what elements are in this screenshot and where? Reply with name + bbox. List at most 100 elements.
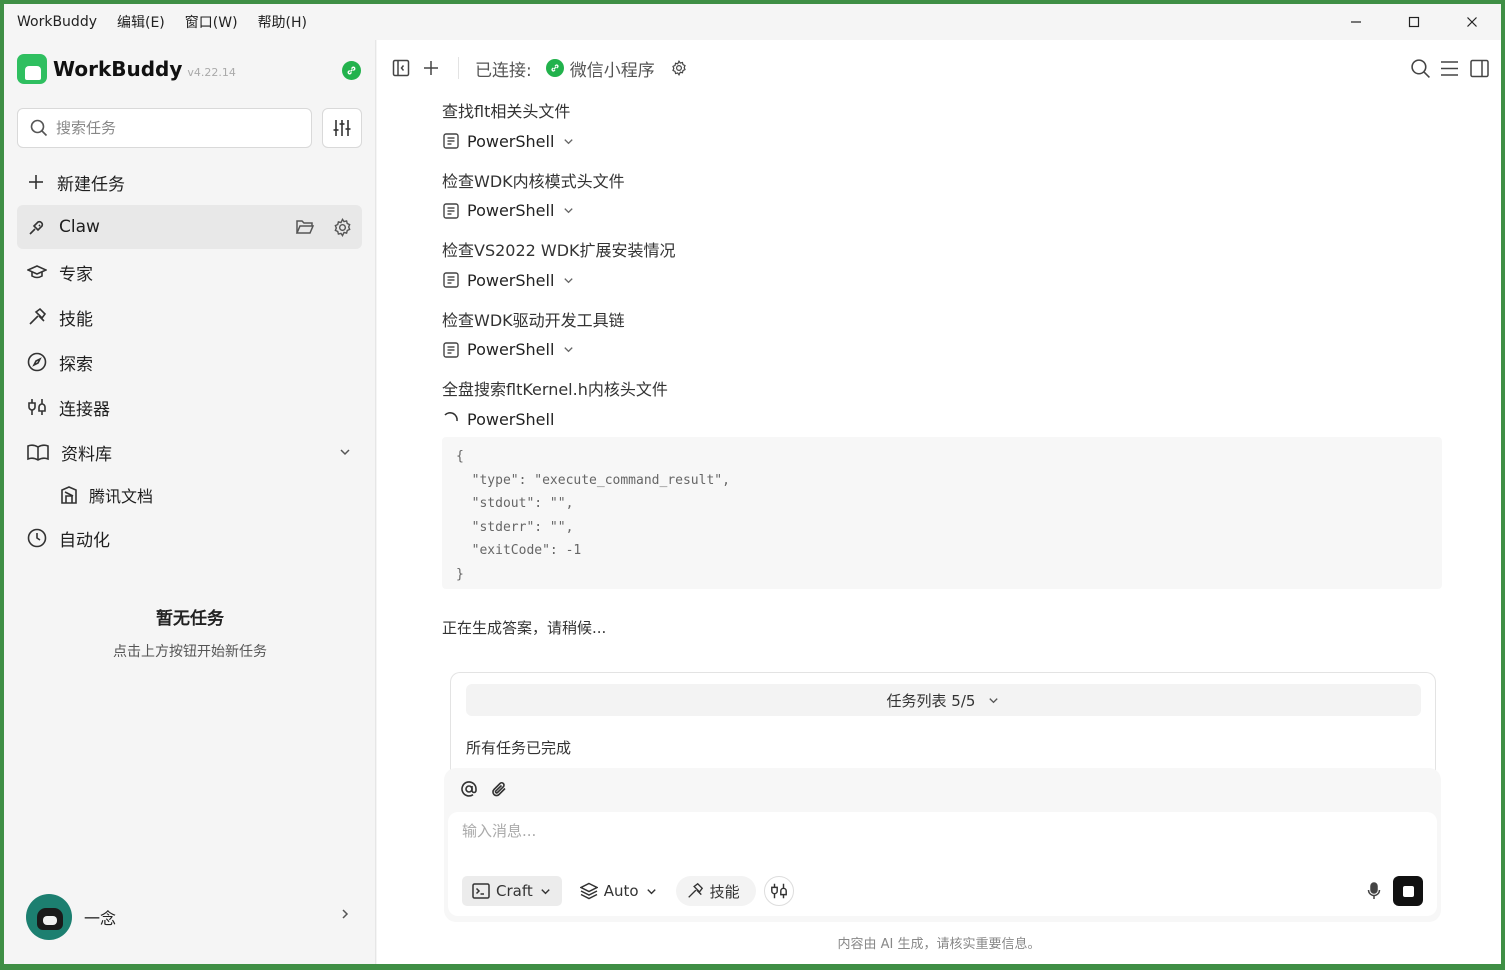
document-icon: [443, 133, 459, 149]
sidebar-item-expert[interactable]: 专家: [17, 250, 362, 294]
execution-steps: 查找flt相关头文件 PowerShell 检查WDK内核模式头文件 Power…: [442, 98, 676, 446]
sidebar-item-label: Claw: [59, 217, 100, 237]
chevron-down-icon: [564, 277, 574, 283]
folder-open-icon[interactable]: [295, 218, 315, 236]
gear-icon[interactable]: [333, 217, 352, 237]
task-list-toggle[interactable]: 任务列表 5/5: [466, 684, 1421, 716]
sidebar-item-explore[interactable]: 探索: [17, 340, 362, 384]
menu-app-name[interactable]: WorkBuddy: [17, 14, 97, 30]
brand-name: WorkBuddy: [53, 57, 183, 81]
wechat-miniapp-icon: [545, 59, 564, 77]
main-panel: 已连接: 微信小程序 查找flt相关头文件 PowerShell 检查WDK内核…: [377, 40, 1501, 964]
hammer-icon: [687, 882, 703, 898]
step-title: 检查VS2022 WDK扩展安装情况: [442, 241, 676, 260]
sidebar-item-tencent-docs[interactable]: 腾讯文档: [17, 475, 362, 515]
chevron-down-icon: [989, 697, 999, 703]
message-input[interactable]: [462, 822, 1362, 840]
compass-icon: [27, 352, 47, 372]
chevron-down-icon: [564, 138, 574, 144]
close-icon: [1467, 17, 1477, 27]
empty-state-title: 暂无任务: [156, 609, 224, 629]
message-composer: Craft Auto 技能: [444, 768, 1441, 922]
sidebar-item-label: 腾讯文档: [89, 487, 154, 506]
gear-icon[interactable]: [671, 60, 687, 76]
microphone-icon[interactable]: [1367, 882, 1381, 904]
menu-edit[interactable]: 编辑(E): [117, 12, 165, 32]
document-icon: [443, 341, 459, 358]
chevron-down-icon: [564, 347, 574, 353]
chevron-down-icon[interactable]: [338, 444, 352, 463]
chevron-right-icon[interactable]: [338, 906, 352, 925]
sidebar-nav: 新建任务 Claw 专家 技能 探索 连接器 资料库 腾讯文档 自动化: [17, 160, 362, 561]
close-button[interactable]: [1443, 4, 1501, 40]
user-name: 一念: [84, 909, 117, 928]
generating-status: 正在生成答案，请稍候...: [442, 619, 607, 637]
terminal-icon: [472, 883, 490, 899]
search-task-box[interactable]: [17, 108, 312, 148]
tencent-docs-icon: [59, 485, 79, 505]
sidebar-toggle-icon[interactable]: [392, 59, 410, 77]
sidebar-item-label: 资料库: [61, 444, 112, 465]
title-bar: WorkBuddy 编辑(E) 窗口(W) 帮助(H): [4, 4, 1501, 40]
sidebar-item-label: 新建任务: [57, 174, 125, 195]
menu-help[interactable]: 帮助(H): [258, 12, 307, 32]
app-window: WorkBuddy 编辑(E) 窗口(W) 帮助(H) WorkBuddy v4…: [4, 4, 1501, 964]
step-tool-name: PowerShell: [467, 340, 555, 359]
sidebar-item-claw[interactable]: Claw: [17, 205, 362, 249]
sidebar-item-skills[interactable]: 技能: [17, 295, 362, 339]
sidebar-item-new-task[interactable]: 新建任务: [17, 160, 362, 204]
composer-top-actions: [460, 780, 520, 798]
step-title: 查找flt相关头文件: [442, 102, 571, 121]
chevron-down-icon: [646, 888, 656, 894]
maximize-icon: [1408, 16, 1420, 28]
connector-button[interactable]: [763, 876, 794, 906]
user-profile[interactable]: 一念: [26, 894, 116, 940]
panel-right-icon[interactable]: [1470, 59, 1489, 78]
step-tool-toggle[interactable]: PowerShell: [442, 126, 676, 156]
step-item: 查找flt相关头文件 PowerShell: [442, 98, 676, 168]
sidebar-item-label: 专家: [59, 264, 93, 285]
model-selector[interactable]: Auto: [570, 876, 668, 906]
step-title: 检查WDK内核模式头文件: [442, 171, 625, 191]
connection-link-icon[interactable]: [342, 61, 361, 80]
search-input[interactable]: [56, 119, 286, 137]
sidebar-item-label: 探索: [59, 354, 93, 375]
paperclip-icon[interactable]: [490, 780, 508, 798]
step-tool-name: PowerShell: [467, 131, 555, 151]
brand: WorkBuddy v4.22.14: [17, 54, 236, 84]
skills-button[interactable]: 技能: [675, 876, 756, 906]
composer-controls: Craft Auto 技能: [462, 876, 794, 906]
search-icon[interactable]: [1410, 58, 1431, 79]
sliders-icon: [333, 120, 351, 136]
step-tool-toggle[interactable]: PowerShell: [442, 196, 676, 226]
avatar: [26, 894, 72, 940]
minimize-button[interactable]: [1327, 4, 1385, 40]
mode-selector[interactable]: Craft: [462, 876, 562, 906]
plus-icon[interactable]: [422, 59, 440, 77]
connector-chip[interactable]: 微信小程序: [545, 56, 655, 81]
claw-icon: [27, 217, 47, 237]
step-tool-toggle[interactable]: PowerShell: [442, 404, 676, 434]
book-open-icon: [27, 443, 49, 461]
mention-icon[interactable]: [460, 780, 478, 798]
sidebar-item-library[interactable]: 资料库: [17, 430, 362, 474]
menu-icon[interactable]: [1440, 60, 1459, 77]
maximize-button[interactable]: [1385, 4, 1443, 40]
stop-button[interactable]: [1393, 876, 1423, 906]
filter-button[interactable]: [322, 108, 362, 148]
step-tool-toggle[interactable]: PowerShell: [442, 265, 676, 295]
main-toolbar: 已连接: 微信小程序: [377, 40, 1501, 96]
sidebar-item-connectors[interactable]: 连接器: [17, 385, 362, 429]
chevron-down-icon: [541, 888, 550, 894]
menu-window[interactable]: 窗口(W): [185, 12, 238, 32]
empty-state-subtitle: 点击上方按钮开始新任务: [113, 644, 267, 660]
document-icon: [443, 272, 459, 288]
sidebar-item-label: 连接器: [59, 399, 110, 420]
stop-icon: [1402, 885, 1414, 897]
sidebar-item-automation[interactable]: 自动化: [17, 516, 362, 560]
window-controls: [1327, 4, 1501, 40]
step-tool-name: PowerShell: [467, 201, 555, 220]
step-tool-toggle[interactable]: PowerShell: [442, 335, 676, 365]
graduation-cap-icon: [27, 263, 47, 281]
task-list-panel: 任务列表 5/5 所有任务已完成: [450, 672, 1436, 772]
